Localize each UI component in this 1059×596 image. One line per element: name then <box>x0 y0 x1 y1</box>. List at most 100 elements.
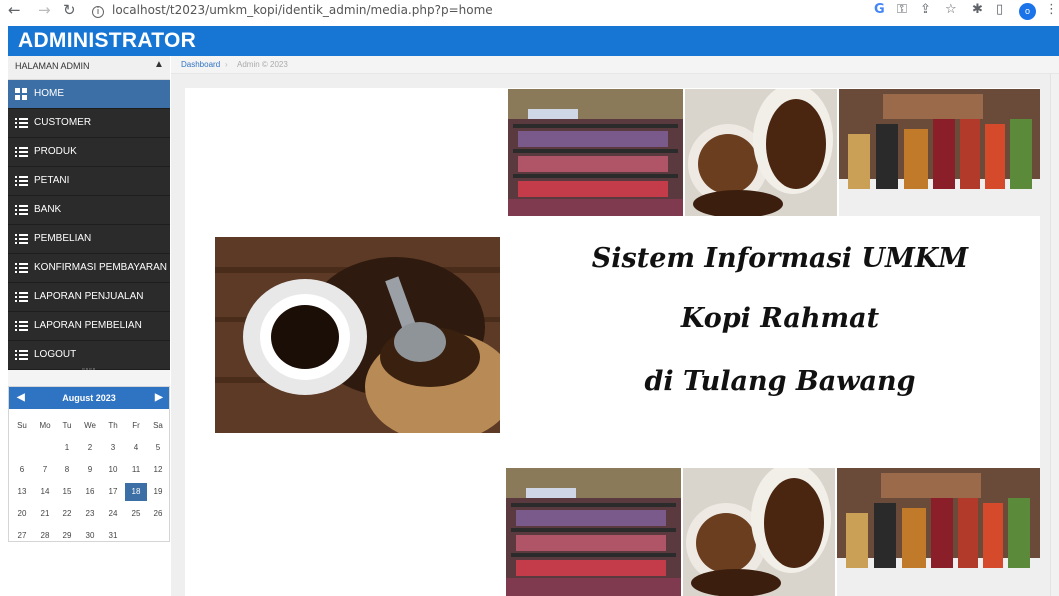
calendar-weekday-label: Th <box>108 421 118 430</box>
page: ← → ↻ i localhost/t2023/umkm_kopi/identik… <box>0 0 1059 596</box>
extensions-icon[interactable]: ✱ <box>972 2 983 17</box>
dashboard-icon <box>15 88 27 100</box>
share-icon[interactable]: ⇪ <box>920 2 931 17</box>
forward-icon[interactable]: → <box>38 1 51 19</box>
breadcrumb-copyright: Admin © 2023 <box>237 60 288 69</box>
breadcrumb: Dashboard › Admin © 2023 <box>171 56 1059 74</box>
calendar-day-selected[interactable]: 18 <box>125 483 147 501</box>
bookmark-star-icon[interactable]: ☆ <box>945 2 957 17</box>
calendar-day[interactable]: 6 <box>11 461 33 479</box>
sidebar-section-header[interactable]: HALAMAN ADMIN ▲ <box>8 56 170 80</box>
reload-icon[interactable]: ↻ <box>63 1 76 19</box>
calendar-month-title: August 2023 <box>62 393 116 403</box>
calendar-day[interactable]: 28 <box>34 527 56 545</box>
sidebar-item-label: PEMBELIAN <box>34 233 92 244</box>
key-icon[interactable]: ⚿ <box>897 2 907 17</box>
calendar-day[interactable]: 2 <box>79 439 101 457</box>
bottom-banner-image <box>506 468 1040 596</box>
calendar-day[interactable]: 12 <box>147 461 169 479</box>
calendar-day[interactable]: 4 <box>125 439 147 457</box>
calendar-day[interactable]: 10 <box>102 461 124 479</box>
sidebar-item-customer[interactable]: CUSTOMER <box>8 109 170 138</box>
sidebar-item-pembelian[interactable]: PEMBELIAN <box>8 225 170 254</box>
calendar-header: ◀ August 2023 ▶ <box>9 387 169 409</box>
side-panel-icon[interactable]: ▯ <box>996 2 1003 17</box>
sidebar-item-label: CUSTOMER <box>34 117 92 128</box>
calendar-day[interactable]: 14 <box>34 483 56 501</box>
site-info-icon[interactable]: i <box>92 6 104 18</box>
calendar-day[interactable]: 25 <box>125 505 147 523</box>
app-title: ADMINISTRATOR <box>18 29 197 52</box>
list-icon <box>15 263 28 273</box>
calendar-grid: Su Mo Tu We Th Fr Sa 1 2 3 4 5 6 7 8 9 10 11 12 13 14 15 16 17 1… <box>9 417 169 549</box>
top-banner-image <box>508 89 1040 216</box>
calendar-day[interactable]: 27 <box>11 527 33 545</box>
calendar-day[interactable]: 26 <box>147 505 169 523</box>
calendar-weekday-label: Mo <box>39 421 51 430</box>
google-icon[interactable]: G <box>874 2 885 17</box>
calendar-day[interactable]: 16 <box>79 483 101 501</box>
coffee-cup-photo <box>215 237 500 433</box>
breadcrumb-separator: › <box>225 60 228 69</box>
calendar-day[interactable]: 13 <box>11 483 33 501</box>
calendar-day[interactable]: 23 <box>79 505 101 523</box>
collapse-chevron-icon[interactable]: ▲ <box>154 59 164 70</box>
calendar-day[interactable]: 11 <box>125 461 147 479</box>
calendar-day[interactable]: 30 <box>79 527 101 545</box>
page-scrollbar[interactable] <box>1050 74 1059 596</box>
calendar-week-row: 13 14 15 16 17 18 19 <box>9 483 169 505</box>
sidebar-item-label: BANK <box>34 204 62 215</box>
list-icon <box>15 147 28 157</box>
calendar-day[interactable]: 7 <box>34 461 56 479</box>
calendar-week-row: 27 28 29 30 31 <box>9 527 169 549</box>
sidebar-item-label: LAPORAN PEMBELIAN <box>34 320 142 331</box>
sidebar-item-laporan-pembelian[interactable]: LAPORAN PEMBELIAN <box>8 312 170 341</box>
calendar-day[interactable]: 9 <box>79 461 101 479</box>
sidebar-item-laporan-penjualan[interactable]: LAPORAN PENJUALAN <box>8 283 170 312</box>
sidebar-item-home[interactable]: HOME <box>8 80 170 109</box>
headline-line-1: Sistem Informasi UMKM <box>591 243 969 274</box>
calendar-weekday-label: Su <box>17 421 27 430</box>
calendar-day[interactable]: 22 <box>56 505 78 523</box>
menu-dots-icon[interactable]: ⋮ <box>1045 2 1058 17</box>
calendar-week-row: 6 7 8 9 10 11 12 <box>9 461 169 483</box>
sidebar-item-label: LOGOUT <box>34 349 77 360</box>
calendar-day[interactable]: 24 <box>102 505 124 523</box>
calendar-next-icon[interactable]: ▶ <box>155 392 163 403</box>
calendar-week-row: 12345 <box>9 439 169 461</box>
back-icon[interactable]: ← <box>8 1 21 19</box>
profile-avatar[interactable]: o <box>1019 3 1036 20</box>
calendar-day[interactable]: 1 <box>56 439 78 457</box>
calendar-weekday-label: Fr <box>132 421 140 430</box>
calendar-week-row: 20 21 22 23 24 25 26 <box>9 505 169 527</box>
calendar-day[interactable]: 29 <box>56 527 78 545</box>
sidebar-item-konfirmasi-pembayaran[interactable]: KONFIRMASI PEMBAYARAN <box>8 254 170 283</box>
breadcrumb-dashboard-link[interactable]: Dashboard <box>181 60 220 69</box>
calendar-day[interactable]: 21 <box>34 505 56 523</box>
sidebar-item-label: PRODUK <box>34 146 77 157</box>
calendar-day[interactable]: 17 <box>102 483 124 501</box>
resize-grip[interactable]: ▫▫▫▫ <box>8 366 170 378</box>
sidebar-item-produk[interactable]: PRODUK <box>8 138 170 167</box>
list-icon <box>15 350 28 360</box>
calendar-day[interactable]: 31 <box>102 527 124 545</box>
calendar-day[interactable]: 3 <box>102 439 124 457</box>
sidebar-item-label: LAPORAN PENJUALAN <box>34 291 144 302</box>
calendar-day[interactable]: 5 <box>147 439 169 457</box>
sidebar: HALAMAN ADMIN ▲ HOME CUSTOMER PRODUK PETANI… <box>8 56 170 542</box>
calendar-day[interactable]: 19 <box>147 483 169 501</box>
sidebar-item-petani[interactable]: PETANI <box>8 167 170 196</box>
list-icon <box>15 205 28 215</box>
sidebar-item-label: HOME <box>34 88 64 99</box>
calendar-day[interactable]: 20 <box>11 505 33 523</box>
address-bar[interactable]: i localhost/t2023/umkm_kopi/identik_admin… <box>92 3 493 18</box>
calendar-day[interactable]: 8 <box>56 461 78 479</box>
sidebar-item-label: KONFIRMASI PEMBAYARAN <box>34 262 167 273</box>
calendar-day[interactable]: 15 <box>56 483 78 501</box>
list-icon <box>15 176 28 186</box>
sidebar-item-bank[interactable]: BANK <box>8 196 170 225</box>
app-header: ADMINISTRATOR <box>8 26 1059 56</box>
list-icon <box>15 321 28 331</box>
calendar-weekday-row: Su Mo Tu We Th Fr Sa <box>9 417 169 439</box>
list-icon <box>15 234 28 244</box>
